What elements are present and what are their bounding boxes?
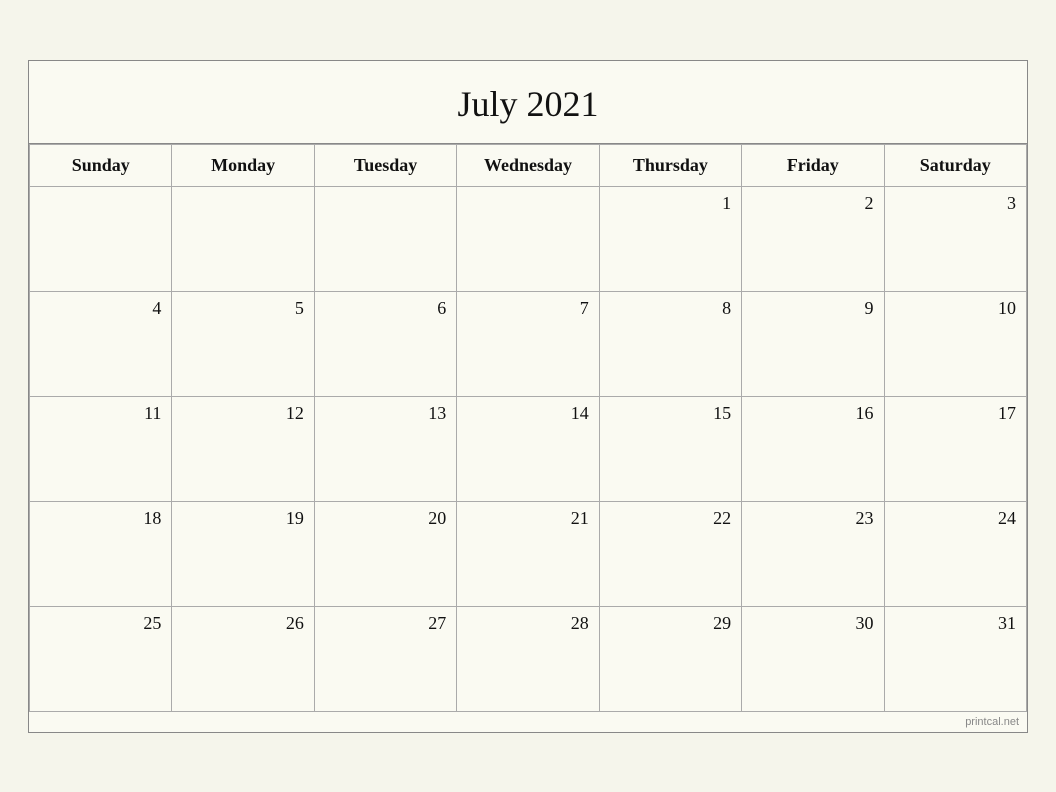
calendar-day-cell: 15 xyxy=(599,396,741,501)
calendar-day-cell: 8 xyxy=(599,291,741,396)
calendar-day-cell: 10 xyxy=(884,291,1026,396)
calendar-day-cell: 23 xyxy=(742,501,884,606)
calendar-day-cell: 26 xyxy=(172,606,314,711)
header-monday: Monday xyxy=(172,144,314,186)
calendar-week-row: 123 xyxy=(30,186,1027,291)
calendar-day-cell: 29 xyxy=(599,606,741,711)
header-tuesday: Tuesday xyxy=(314,144,456,186)
calendar-day-cell: 14 xyxy=(457,396,599,501)
calendar-day-cell: 30 xyxy=(742,606,884,711)
calendar-body: 1234567891011121314151617181920212223242… xyxy=(30,186,1027,711)
calendar-day-cell: 17 xyxy=(884,396,1026,501)
header-wednesday: Wednesday xyxy=(457,144,599,186)
header-saturday: Saturday xyxy=(884,144,1026,186)
header-thursday: Thursday xyxy=(599,144,741,186)
calendar-day-cell: 7 xyxy=(457,291,599,396)
calendar-week-row: 45678910 xyxy=(30,291,1027,396)
calendar-day-cell: 9 xyxy=(742,291,884,396)
calendar-day-cell: 31 xyxy=(884,606,1026,711)
calendar-week-row: 25262728293031 xyxy=(30,606,1027,711)
day-headers-row: Sunday Monday Tuesday Wednesday Thursday… xyxy=(30,144,1027,186)
calendar-day-cell: 1 xyxy=(599,186,741,291)
calendar-day-cell: 12 xyxy=(172,396,314,501)
calendar-week-row: 11121314151617 xyxy=(30,396,1027,501)
calendar-day-cell: 2 xyxy=(742,186,884,291)
calendar-day-cell: 4 xyxy=(30,291,172,396)
calendar-day-cell: 24 xyxy=(884,501,1026,606)
header-friday: Friday xyxy=(742,144,884,186)
calendar-day-cell: 28 xyxy=(457,606,599,711)
calendar-day-cell: 19 xyxy=(172,501,314,606)
calendar-day-cell xyxy=(172,186,314,291)
calendar-day-cell: 18 xyxy=(30,501,172,606)
calendar-week-row: 18192021222324 xyxy=(30,501,1027,606)
calendar-day-cell: 13 xyxy=(314,396,456,501)
calendar-day-cell xyxy=(30,186,172,291)
watermark: printcal.net xyxy=(29,712,1027,732)
calendar-grid: Sunday Monday Tuesday Wednesday Thursday… xyxy=(29,144,1027,712)
calendar-day-cell: 20 xyxy=(314,501,456,606)
calendar-day-cell: 5 xyxy=(172,291,314,396)
calendar-day-cell: 22 xyxy=(599,501,741,606)
calendar-day-cell: 16 xyxy=(742,396,884,501)
calendar-day-cell xyxy=(314,186,456,291)
calendar-day-cell: 6 xyxy=(314,291,456,396)
calendar-day-cell: 21 xyxy=(457,501,599,606)
header-sunday: Sunday xyxy=(30,144,172,186)
calendar-day-cell xyxy=(457,186,599,291)
calendar-day-cell: 11 xyxy=(30,396,172,501)
calendar-day-cell: 3 xyxy=(884,186,1026,291)
calendar-day-cell: 25 xyxy=(30,606,172,711)
calendar-day-cell: 27 xyxy=(314,606,456,711)
calendar-container: July 2021 Sunday Monday Tuesday Wednesda… xyxy=(28,60,1028,733)
calendar-title: July 2021 xyxy=(29,61,1027,144)
